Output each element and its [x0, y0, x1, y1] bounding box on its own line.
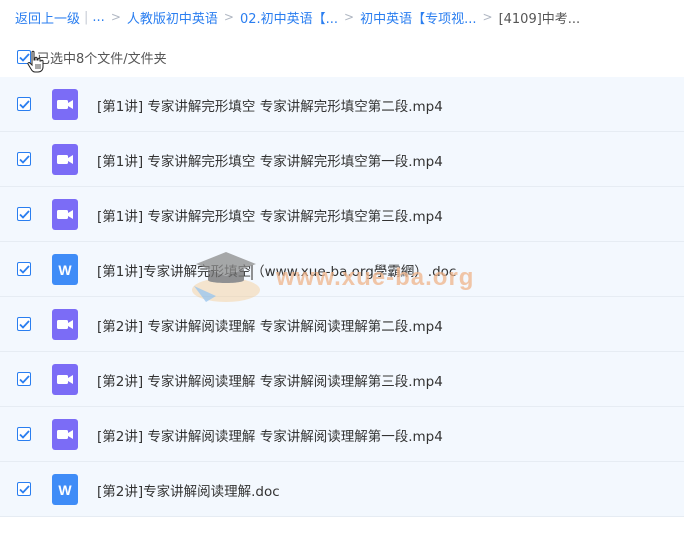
selection-bar: 已选中8个文件/文件夹 [17, 46, 167, 68]
word-file-icon: W [52, 254, 78, 285]
row-checkbox[interactable] [17, 372, 31, 386]
file-row[interactable]: [第1讲] 专家讲解完形填空 专家讲解完形填空第三段.mp4 [0, 187, 684, 242]
row-checkbox[interactable] [17, 207, 31, 221]
file-list: [第1讲] 专家讲解完形填空 专家讲解完形填空第二段.mp4 [第1讲] 专家讲… [0, 77, 684, 517]
checkmark-icon [18, 484, 30, 494]
file-name[interactable]: [第1讲] 专家讲解完形填空 专家讲解完形填空第二段.mp4 [97, 95, 443, 115]
file-name[interactable]: [第1讲]专家讲解完形填空（www.xue-ba.org學霸網）.doc [97, 260, 456, 280]
video-file-icon [52, 199, 78, 230]
checkmark-icon [18, 264, 30, 274]
file-name[interactable]: [第2讲]专家讲解阅读理解.doc [97, 480, 280, 500]
chevron-right-icon: > [110, 10, 121, 24]
file-name[interactable]: [第2讲] 专家讲解阅读理解 专家讲解阅读理解第二段.mp4 [97, 315, 443, 335]
file-row[interactable]: W [第2讲]专家讲解阅读理解.doc [0, 462, 684, 517]
file-row[interactable]: [第2讲] 专家讲解阅读理解 专家讲解阅读理解第二段.mp4 [0, 297, 684, 352]
word-letter: W [58, 482, 72, 498]
file-row[interactable]: [第2讲] 专家讲解阅读理解 专家讲解阅读理解第三段.mp4 [0, 352, 684, 407]
checkmark-icon [18, 99, 30, 109]
file-name[interactable]: [第2讲] 专家讲解阅读理解 专家讲解阅读理解第三段.mp4 [97, 370, 443, 390]
row-checkbox[interactable] [17, 427, 31, 441]
video-file-icon [52, 364, 78, 395]
video-file-icon [52, 419, 78, 450]
file-row[interactable]: [第1讲] 专家讲解完形填空 专家讲解完形填空第一段.mp4 [0, 132, 684, 187]
breadcrumb-divider: | [84, 9, 89, 25]
breadcrumb-ellipsis[interactable]: ... [92, 10, 104, 25]
video-file-icon [52, 89, 78, 120]
row-checkbox[interactable] [17, 152, 31, 166]
row-checkbox[interactable] [17, 317, 31, 331]
breadcrumb-item-2[interactable]: 02.初中英语【... [240, 8, 338, 27]
file-name[interactable]: [第1讲] 专家讲解完形填空 专家讲解完形填空第一段.mp4 [97, 150, 443, 170]
file-name[interactable]: [第2讲] 专家讲解阅读理解 专家讲解阅读理解第一段.mp4 [97, 425, 443, 445]
checkmark-icon [18, 154, 30, 164]
selection-count-text: 已选中8个文件/文件夹 [37, 51, 167, 67]
row-checkbox[interactable] [17, 482, 31, 496]
checkmark-icon [18, 374, 30, 384]
file-name[interactable]: [第1讲] 专家讲解完形填空 专家讲解完形填空第三段.mp4 [97, 205, 443, 225]
file-row[interactable]: [第2讲] 专家讲解阅读理解 专家讲解阅读理解第一段.mp4 [0, 407, 684, 462]
chevron-right-icon: > [344, 10, 355, 24]
breadcrumb: 返回上一级 | ... > 人教版初中英语 > 02.初中英语【... > 初中… [15, 6, 580, 28]
breadcrumb-item-3[interactable]: 初中英语【专项视... [360, 8, 476, 27]
video-file-icon [52, 309, 78, 340]
word-file-icon: W [52, 474, 78, 505]
breadcrumb-item-1[interactable]: 人教版初中英语 [127, 8, 218, 27]
file-row[interactable]: W [第1讲]专家讲解完形填空（www.xue-ba.org學霸網）.doc [0, 242, 684, 297]
checkmark-icon [18, 319, 30, 329]
video-file-icon [52, 144, 78, 175]
word-letter: W [58, 262, 72, 278]
chevron-right-icon: > [482, 10, 493, 24]
checkmark-icon [18, 52, 30, 62]
breadcrumb-current: [4109]中考... [498, 11, 581, 27]
row-checkbox[interactable] [17, 97, 31, 111]
row-checkbox[interactable] [17, 262, 31, 276]
chevron-right-icon: > [223, 10, 234, 24]
select-all-checkbox[interactable] [17, 50, 31, 64]
checkmark-icon [18, 429, 30, 439]
checkmark-icon [18, 209, 30, 219]
back-link[interactable]: 返回上一级 [15, 8, 80, 27]
file-row[interactable]: [第1讲] 专家讲解完形填空 专家讲解完形填空第二段.mp4 [0, 77, 684, 132]
